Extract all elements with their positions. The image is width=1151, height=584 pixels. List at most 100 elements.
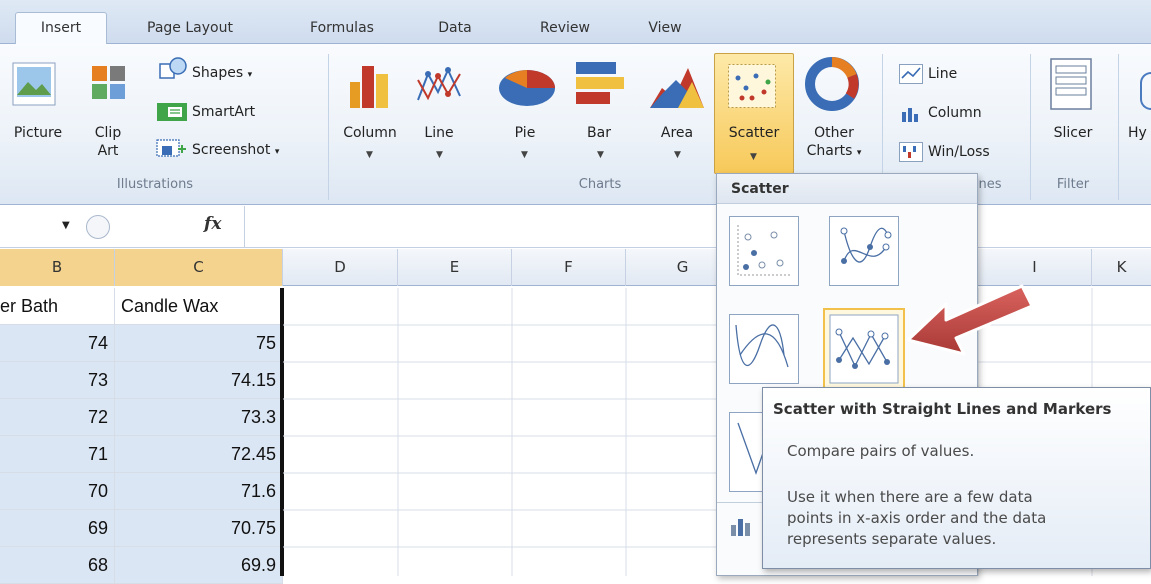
- scatter-label: Scatter: [728, 125, 780, 141]
- sparkline-column-icon: [902, 108, 918, 122]
- line-chart-button[interactable]: Line: [414, 124, 464, 142]
- group-separator: [1030, 54, 1031, 200]
- table-cell[interactable]: 69.9: [115, 547, 283, 584]
- line-chart-icon: [417, 67, 461, 101]
- pie-chart-icon: [499, 70, 555, 106]
- slicer-button[interactable]: Slicer: [1043, 124, 1103, 142]
- illustrations-group-label: Illustrations: [116, 177, 194, 192]
- all-chart-types-icon[interactable]: [729, 515, 753, 537]
- area-chart-button[interactable]: Area: [650, 124, 704, 142]
- chevron-down-icon: ▼: [521, 150, 528, 160]
- scatter-straight-lines-markers-icon: [829, 314, 899, 384]
- tab-data[interactable]: Data: [420, 13, 490, 44]
- scatter-smooth-lines-markers-icon: [840, 227, 892, 264]
- chevron-down-icon: ▼: [366, 150, 373, 160]
- picture-button[interactable]: Picture: [3, 124, 73, 142]
- tooltip-title: Scatter with Straight Lines and Markers: [773, 400, 1112, 418]
- other-charts-label-2: Charts: [806, 143, 853, 159]
- tooltip-text: points in x-axis order and the data: [787, 509, 1047, 527]
- table-cell[interactable]: 74: [0, 325, 115, 362]
- table-cell[interactable]: 72.45: [115, 436, 283, 473]
- other-charts-icon: [805, 57, 859, 111]
- annotation-arrow: [906, 284, 1034, 356]
- smartart-icon: [157, 103, 187, 121]
- table-cell[interactable]: 68: [0, 547, 115, 584]
- table-cell[interactable]: 71.6: [115, 473, 283, 510]
- table-cell[interactable]: 75: [115, 325, 283, 362]
- scatter-smooth-lines-markers-option[interactable]: [829, 216, 899, 286]
- tooltip: Scatter with Straight Lines and Markers …: [762, 387, 1151, 569]
- column-header-b[interactable]: B: [0, 249, 115, 286]
- scatter-straight-lines-markers-option[interactable]: [823, 308, 905, 390]
- hyperlink-button[interactable]: Hy: [1128, 124, 1151, 142]
- table-cell[interactable]: 73.3: [115, 399, 283, 436]
- tooltip-text: Use it when there are a few data: [787, 488, 1033, 506]
- column-header-c[interactable]: C: [115, 249, 283, 286]
- shapes-label: Shapes: [192, 65, 244, 81]
- scatter-smooth-lines-option[interactable]: [729, 314, 799, 384]
- chevron-down-icon: ▼: [597, 150, 604, 160]
- table-cell[interactable]: 73: [0, 362, 115, 399]
- cell-b-header[interactable]: er Bath: [0, 288, 115, 325]
- chevron-down-icon: ▼: [436, 150, 443, 160]
- other-charts-button[interactable]: Other Charts ▾: [796, 124, 872, 162]
- formula-expand-icon[interactable]: [86, 215, 110, 239]
- scatter-smooth-lines-icon: [735, 324, 789, 368]
- clip-art-label-1: Clip: [94, 125, 122, 141]
- sparkline-winloss-button[interactable]: Win/Loss: [928, 143, 1018, 161]
- clip-art-icon: [92, 66, 125, 99]
- hyperlink-icon: [1140, 72, 1151, 110]
- charts-group-label: Charts: [578, 177, 622, 192]
- formula-input[interactable]: [244, 206, 716, 248]
- column-chart-button[interactable]: Column: [334, 124, 406, 142]
- column-header-d[interactable]: D: [283, 249, 398, 286]
- screenshot-icon: [156, 139, 186, 157]
- clip-art-button[interactable]: Clip Art: [88, 124, 128, 160]
- clip-art-label-2: Art: [97, 143, 119, 159]
- table-cell[interactable]: 72: [0, 399, 115, 436]
- screenshot-label: Screenshot: [192, 142, 271, 158]
- column-header-k[interactable]: K: [1092, 249, 1151, 286]
- bar-chart-icon: [576, 62, 624, 104]
- other-charts-label-1: Other: [814, 125, 854, 141]
- tab-view[interactable]: View: [630, 13, 700, 44]
- bar-chart-button[interactable]: Bar: [577, 124, 621, 142]
- table-cell[interactable]: 74.15: [115, 362, 283, 399]
- dropdown-title: Scatter: [717, 174, 977, 204]
- cell-c-header[interactable]: Candle Wax: [115, 288, 283, 325]
- scatter-markers-only-option[interactable]: [729, 216, 799, 286]
- table-cell[interactable]: 70: [0, 473, 115, 510]
- tab-review[interactable]: Review: [520, 13, 610, 44]
- filter-group-label: Filter: [1056, 177, 1090, 192]
- tooltip-text: Compare pairs of values.: [787, 442, 975, 460]
- group-separator: [1118, 54, 1119, 200]
- table-cell[interactable]: 71: [0, 436, 115, 473]
- tooltip-text: represents separate values.: [787, 530, 997, 548]
- scatter-markers-only-icon: [737, 225, 792, 276]
- fx-button[interactable]: fx: [204, 214, 221, 234]
- shapes-button[interactable]: Shapes ▾: [192, 64, 282, 84]
- sparkline-line-button[interactable]: Line: [928, 65, 988, 83]
- chevron-down-icon: ▼: [750, 152, 757, 162]
- group-separator: [328, 54, 329, 200]
- ribbon-tab-bar: Insert Page Layout Formulas Data Review …: [0, 0, 1151, 46]
- picture-icon: [12, 62, 56, 106]
- name-box-dropdown-icon[interactable]: ▼: [62, 220, 70, 231]
- table-cell[interactable]: 69: [0, 510, 115, 547]
- column-header-e[interactable]: E: [398, 249, 512, 286]
- tab-page-layout[interactable]: Page Layout: [130, 13, 250, 44]
- smartart-button[interactable]: SmartArt: [192, 103, 282, 121]
- sparkline-winloss-icon: [899, 142, 923, 162]
- slicer-icon: [1050, 58, 1092, 110]
- sparklines-group-label: nes: [978, 177, 1002, 192]
- screenshot-button[interactable]: Screenshot ▾: [192, 141, 317, 161]
- sparkline-column-button[interactable]: Column: [928, 104, 1008, 122]
- chevron-down-icon: ▼: [674, 150, 681, 160]
- pie-chart-button[interactable]: Pie: [505, 124, 545, 142]
- area-chart-icon: [650, 68, 704, 108]
- shapes-icon: [159, 57, 187, 79]
- tab-insert[interactable]: Insert: [15, 12, 107, 46]
- tab-formulas[interactable]: Formulas: [292, 13, 392, 44]
- table-cell[interactable]: 70.75: [115, 510, 283, 547]
- column-header-f[interactable]: F: [512, 249, 626, 286]
